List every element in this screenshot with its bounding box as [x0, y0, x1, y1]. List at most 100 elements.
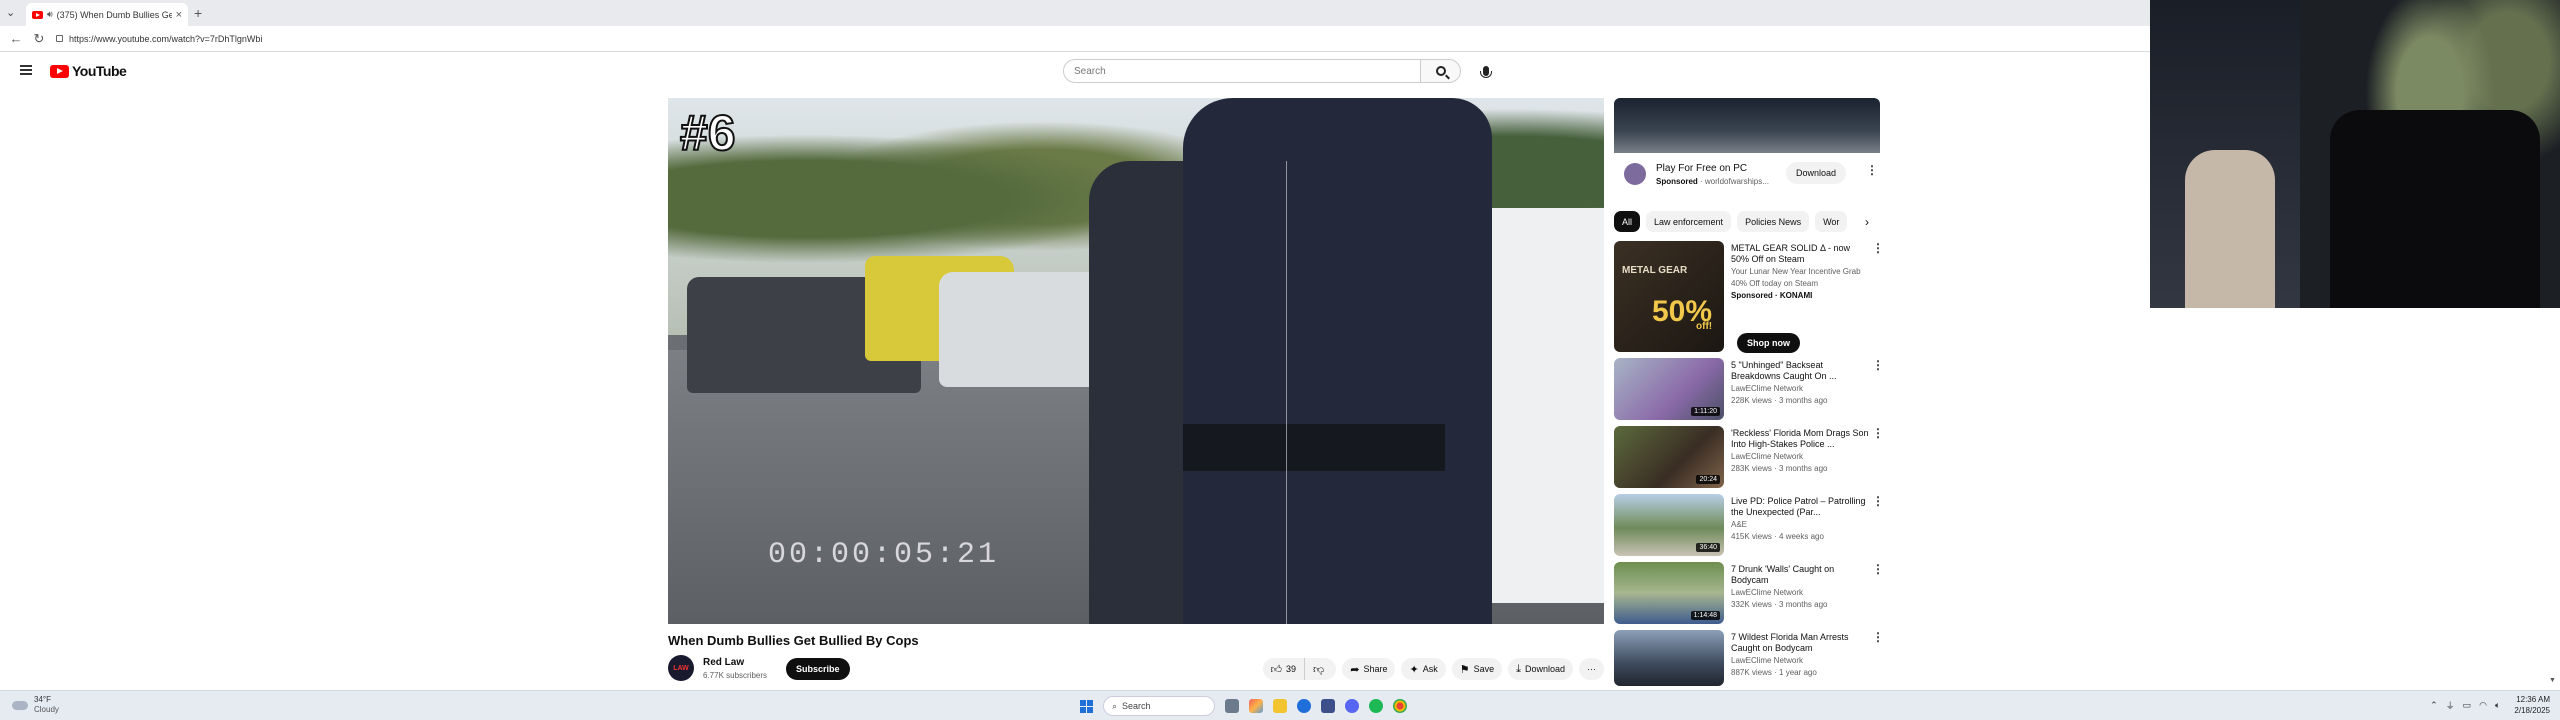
dislike-button[interactable]: 👎︎ — [1305, 658, 1337, 680]
list-item[interactable]: 7 Wildest Florida Man Arrests Caught on … — [1614, 630, 1884, 686]
task-view-icon[interactable] — [1225, 699, 1239, 713]
list-item[interactable]: 1:11:20 5 "Unhinged" Backseat Breakdowns… — [1614, 358, 1884, 424]
wifi-icon[interactable]: ◠ — [2479, 700, 2487, 711]
taskbar-search[interactable]: ⌕ Search — [1103, 696, 1215, 716]
video-thumbnail[interactable]: 20:24 — [1614, 426, 1724, 488]
ad-title[interactable]: Play For Free on PC — [1656, 163, 1747, 174]
ask-button[interactable]: ✦ Ask — [1401, 658, 1446, 680]
url-field[interactable]: https://www.youtube.com/watch?v=7rDhTlgn… — [56, 34, 262, 44]
spotify-icon[interactable] — [1369, 699, 1383, 713]
video-title-link[interactable]: 'Reckless' Florida Mom Drags Son Into Hi… — [1731, 428, 1869, 450]
promo-thumb-off: off! — [1696, 321, 1713, 332]
ad-more-icon[interactable]: ⋮ — [1866, 163, 1878, 177]
shop-now-button[interactable]: Shop now — [1737, 333, 1800, 353]
close-tab-icon[interactable]: × — [176, 9, 182, 21]
ad-banner-image[interactable] — [1614, 98, 1880, 153]
webcam-overlay — [2150, 0, 2560, 308]
edge-browser-icon[interactable] — [1297, 699, 1311, 713]
download-label: Download — [1524, 664, 1565, 674]
share-button[interactable]: ➦ Share — [1342, 658, 1396, 680]
windows-start-icon[interactable] — [1080, 699, 1093, 713]
reload-icon[interactable]: ↻ — [32, 31, 46, 47]
youtube-logo[interactable]: YouTube — [50, 63, 127, 79]
video-channel[interactable]: LawEClime Network — [1731, 656, 1803, 665]
video-frame-officer — [1182, 98, 1492, 624]
weather-temperature: 34°F — [34, 695, 51, 704]
list-item[interactable]: 20:24 'Reckless' Florida Mom Drags Son I… — [1614, 426, 1884, 492]
volume-icon[interactable]: 🔈︎ — [2495, 700, 2500, 711]
video-meta: 228K views · 3 months ago — [1731, 396, 1828, 405]
video-channel[interactable]: LawEClime Network — [1731, 588, 1803, 597]
browser-tab[interactable]: 🔊︎ (375) When Dumb Bullies Get × — [26, 3, 188, 26]
store-icon[interactable] — [1321, 699, 1335, 713]
like-button[interactable]: 👍︎ 39 — [1262, 658, 1306, 680]
back-arrow-icon[interactable]: ← — [9, 31, 23, 46]
copilot-icon[interactable] — [1249, 699, 1263, 713]
channel-name[interactable]: Red Law — [703, 657, 744, 668]
list-item[interactable]: 1:14:48 7 Drunk 'Walls' Caught on Bodyca… — [1614, 562, 1884, 628]
chevron-right-icon[interactable]: › — [1856, 211, 1878, 232]
video-more-icon[interactable]: ⋮ — [1872, 630, 1884, 644]
usb-icon[interactable]: ⏚ — [2446, 699, 2455, 712]
tab-list-chevron-icon[interactable]: ⌄ — [6, 6, 15, 19]
video-more-icon[interactable]: ⋮ — [1872, 426, 1884, 440]
site-info-icon[interactable] — [56, 35, 63, 42]
search-icon — [1435, 66, 1446, 76]
video-more-icon[interactable]: ⋮ — [1872, 494, 1884, 508]
webcam-person — [2185, 150, 2275, 308]
advertiser-icon — [1624, 163, 1646, 185]
channel-row: LAW Red Law 6.77K subscribers Subscribe … — [668, 655, 1604, 683]
video-channel[interactable]: A&E — [1731, 520, 1747, 529]
video-meta: 283K views · 3 months ago — [1731, 464, 1828, 473]
chrome-icon[interactable] — [1393, 699, 1407, 713]
ad-download-button[interactable]: Download — [1786, 162, 1847, 184]
search-button[interactable] — [1421, 59, 1461, 83]
chip-law-enforcement[interactable]: Law enforcement — [1646, 211, 1732, 232]
download-button[interactable]: ⤓ Download — [1508, 658, 1573, 680]
video-title-link[interactable]: 7 Wildest Florida Man Arrests Caught on … — [1731, 632, 1869, 654]
video-title-link[interactable]: Live PD: Police Patrol – Patrolling the … — [1731, 496, 1869, 518]
chevron-up-icon[interactable]: ⌃ — [2430, 700, 2438, 711]
ad-subtitle: Sponsored · worldofwarships... — [1656, 177, 1769, 186]
video-player[interactable]: #6 00:00:05:21 — [668, 98, 1604, 624]
subscribe-button[interactable]: Subscribe — [786, 658, 850, 680]
system-tray: ⌃ ⏚ ▭ ◠ 🔈︎ 12:36 AM 2/18/2025 — [2430, 694, 2550, 716]
new-tab-button[interactable]: + — [194, 5, 202, 21]
video-title-link[interactable]: 5 "Unhinged" Backseat Breakdowns Caught … — [1731, 360, 1869, 382]
video-frame-line — [1285, 161, 1287, 624]
video-duration: 36:40 — [1696, 543, 1720, 552]
filter-chips: All Law enforcement Policies News Wor — [1614, 211, 1880, 233]
video-title-link[interactable]: 7 Drunk 'Walls' Caught on Bodycam — [1731, 564, 1869, 586]
search-input[interactable] — [1063, 59, 1421, 83]
file-explorer-icon[interactable] — [1273, 699, 1287, 713]
voice-search-button[interactable] — [1475, 60, 1497, 82]
channel-avatar[interactable]: LAW — [668, 655, 694, 681]
save-button[interactable]: ⚑ Save — [1451, 658, 1503, 680]
speaker-icon[interactable]: 🔊︎ — [47, 9, 53, 20]
ask-label: Ask — [1422, 664, 1438, 674]
chip-all[interactable]: All — [1614, 211, 1641, 232]
weather-widget[interactable]: 34°F Cloudy — [12, 695, 59, 715]
video-more-icon[interactable]: ⋮ — [1872, 562, 1884, 576]
video-thumbnail[interactable]: 36:40 — [1614, 494, 1724, 556]
menu-icon[interactable] — [20, 65, 32, 75]
youtube-favicon-icon — [32, 10, 43, 19]
chip-more[interactable]: Wor — [1815, 211, 1848, 232]
promo-more-icon[interactable]: ⋮ — [1872, 241, 1884, 255]
promo-title[interactable]: METAL GEAR SOLID Δ - now 50% Off on Stea… — [1731, 243, 1869, 265]
video-more-icon[interactable]: ⋮ — [1872, 358, 1884, 372]
network-icon[interactable]: ▭ — [2463, 700, 2472, 711]
more-actions-button[interactable]: ··· — [1579, 658, 1604, 680]
list-item[interactable]: 36:40 Live PD: Police Patrol – Patrollin… — [1614, 494, 1884, 560]
chip-policies-news[interactable]: Policies News — [1737, 211, 1810, 232]
video-thumbnail[interactable] — [1614, 630, 1724, 686]
video-thumbnail[interactable]: 1:14:48 — [1614, 562, 1724, 624]
video-channel[interactable]: LawEClime Network — [1731, 452, 1803, 461]
share-label: Share — [1363, 664, 1388, 674]
scroll-down-arrow-icon[interactable]: ▼ — [2549, 677, 2556, 684]
video-channel[interactable]: LawEClime Network — [1731, 384, 1803, 393]
discord-icon[interactable] — [1345, 699, 1359, 713]
video-thumbnail[interactable]: 1:11:20 — [1614, 358, 1724, 420]
promo-desc-1: Your Lunar New Year Incentive Grab — [1731, 267, 1861, 276]
taskbar-clock[interactable]: 12:36 AM 2/18/2025 — [2514, 694, 2550, 716]
